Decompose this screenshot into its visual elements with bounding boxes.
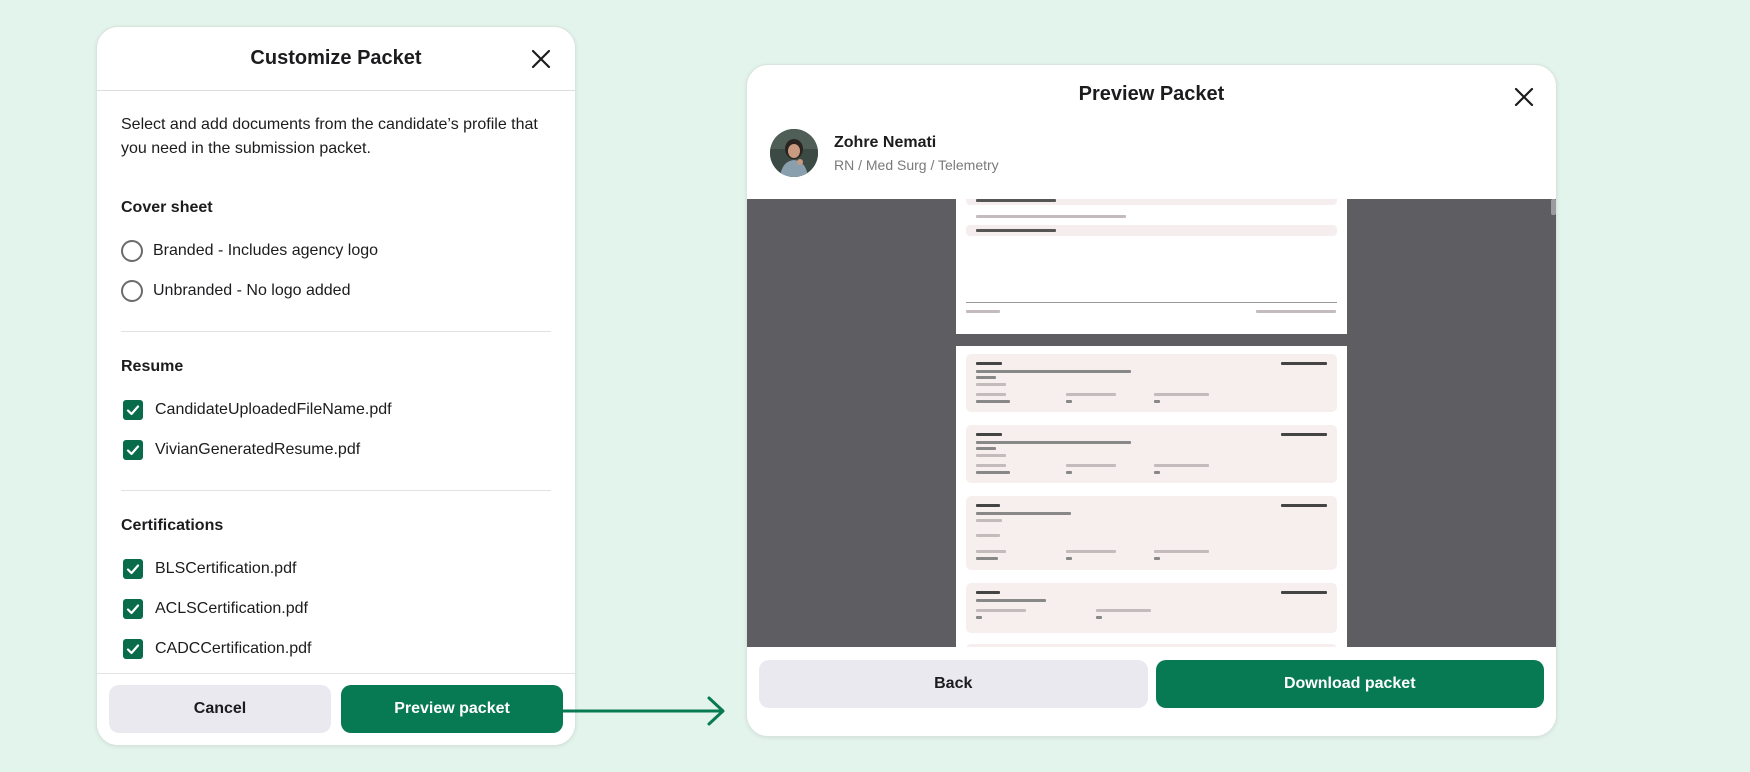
file-name: ACLSCertification.pdf <box>155 600 308 617</box>
divider <box>121 331 551 332</box>
preview-footer: Back Download packet <box>747 647 1556 736</box>
divider <box>121 490 551 491</box>
radio-button[interactable] <box>121 280 143 302</box>
certifications-title: Certifications <box>121 517 224 534</box>
preview-title: Preview Packet <box>1078 83 1225 105</box>
customize-title: Customize Packet <box>250 47 422 69</box>
checkbox[interactable] <box>123 559 143 579</box>
page-footer-text <box>1256 310 1336 313</box>
check-icon <box>126 644 140 655</box>
checkbox[interactable] <box>123 440 143 460</box>
experience-card <box>966 425 1337 483</box>
avatar <box>770 129 818 177</box>
preview-packet-dialog: Preview Packet Zohre Nemati RN / Med Sur… <box>746 64 1557 737</box>
preview-header: Preview Packet Zohre Nemati RN / Med Sur… <box>747 65 1556 199</box>
customize-close-button[interactable] <box>527 45 555 73</box>
cover-sheet-title: Cover sheet <box>121 199 213 216</box>
preview-packet-button[interactable]: Preview packet <box>341 685 563 733</box>
page-text-line <box>976 199 1056 202</box>
certification-file-item[interactable]: CADCCertification.pdf <box>121 629 551 669</box>
file-name: VivianGeneratedResume.pdf <box>155 441 361 458</box>
certification-file-item[interactable]: ACLSCertification.pdf <box>121 589 551 629</box>
file-name: BLSCertification.pdf <box>155 560 297 577</box>
document-viewer[interactable] <box>747 199 1556 649</box>
customize-body[interactable]: Select and add documents from the candid… <box>97 91 575 701</box>
certification-file-item[interactable]: BLSCertification.pdf <box>121 549 551 589</box>
preview-close-button[interactable] <box>1510 83 1538 111</box>
resume-file-item[interactable]: CandidateUploadedFileName.pdf <box>121 390 551 430</box>
cover-option-unbranded[interactable]: Unbranded - No logo added <box>121 271 551 311</box>
experience-card <box>966 583 1337 633</box>
scrollbar[interactable] <box>1551 199 1556 215</box>
customize-header: Customize Packet <box>97 27 575 91</box>
candidate-info: Zohre Nemati RN / Med Surg / Telemetry <box>770 129 999 177</box>
back-button[interactable]: Back <box>759 660 1148 708</box>
cancel-button[interactable]: Cancel <box>109 685 331 733</box>
option-label: Unbranded - No logo added <box>153 282 351 299</box>
cover-option-branded[interactable]: Branded - Includes agency logo <box>121 231 551 271</box>
download-packet-button[interactable]: Download packet <box>1155 660 1544 708</box>
file-name: CADCCertification.pdf <box>155 640 312 657</box>
option-label: Branded - Includes agency logo <box>153 242 379 259</box>
check-icon <box>126 405 140 416</box>
experience-card <box>966 496 1337 570</box>
arrow-right-icon <box>563 696 725 726</box>
customize-footer: Cancel Preview packet <box>97 673 575 745</box>
candidate-role: RN / Med Surg / Telemetry <box>834 156 999 173</box>
close-icon <box>1514 87 1534 107</box>
intro-text: Select and add documents from the candid… <box>121 116 538 157</box>
check-icon <box>126 604 140 615</box>
document-page <box>956 199 1347 334</box>
checkbox[interactable] <box>123 639 143 659</box>
document-page <box>956 346 1347 649</box>
page-footer-rule <box>966 302 1337 303</box>
page-text-line <box>976 229 1056 232</box>
file-name: CandidateUploadedFileName.pdf <box>155 401 392 418</box>
page-footer-text <box>966 310 1000 313</box>
page-text-line <box>976 215 1126 218</box>
candidate-name: Zohre Nemati <box>834 133 937 151</box>
check-icon <box>126 564 140 575</box>
radio-button[interactable] <box>121 240 143 262</box>
resume-file-item[interactable]: VivianGeneratedResume.pdf <box>121 430 551 470</box>
close-icon <box>531 49 551 69</box>
checkbox[interactable] <box>123 599 143 619</box>
check-icon <box>126 445 140 456</box>
customize-packet-dialog: Customize Packet Select and add document… <box>96 26 576 746</box>
checkbox[interactable] <box>123 400 143 420</box>
experience-card <box>966 354 1337 412</box>
resume-title: Resume <box>121 358 184 375</box>
